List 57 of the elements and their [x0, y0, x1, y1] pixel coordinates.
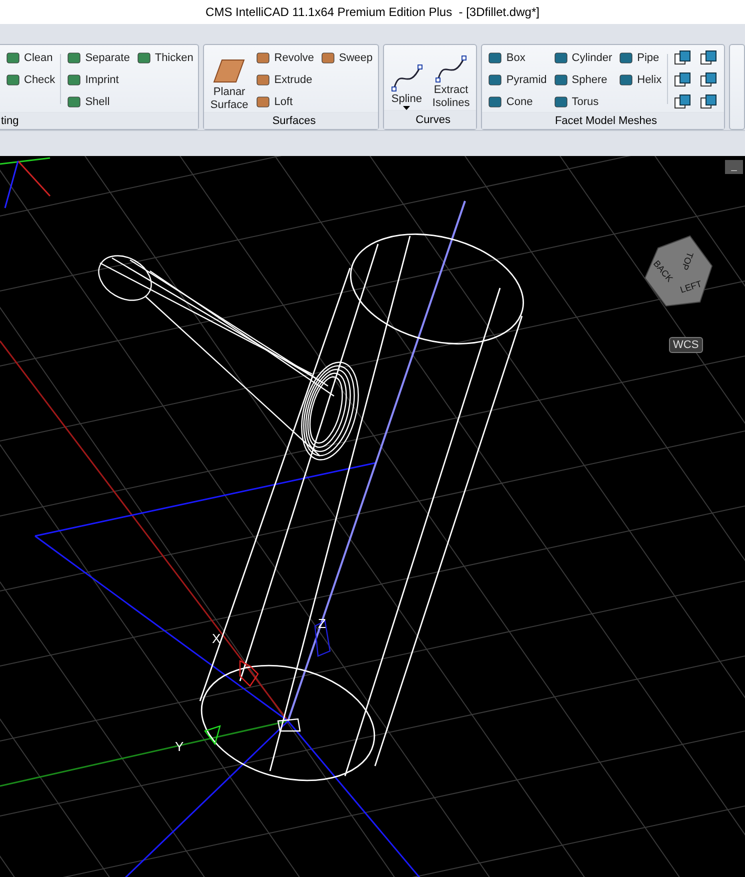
tool-icon [320, 50, 336, 66]
tool-icon [5, 72, 21, 88]
axis-label: X [212, 631, 221, 646]
ribbon-button[interactable]: Sweep [319, 48, 374, 68]
tool-icon [255, 50, 272, 66]
ribbon-button[interactable]: Pyramid [486, 70, 548, 90]
ribbon-group-label: ting [0, 112, 198, 129]
ribbon-button[interactable]: Extract Isolines [430, 54, 472, 110]
ribbon-group-label: Curves [384, 110, 476, 129]
tool-icon [552, 50, 569, 66]
window-title: CMS IntelliCAD 11.1x64 Premium Edition Plus - [3Dfillet.dwg*] [206, 5, 540, 19]
mesh-tool-icon [674, 50, 692, 66]
minimize-button[interactable]: _ [725, 160, 743, 174]
ribbon-button[interactable]: Spline [388, 63, 426, 110]
ribbon-group-label: Surfaces [204, 112, 378, 129]
tool-icon [552, 72, 569, 88]
ribbon-button[interactable]: Revolve [254, 48, 316, 68]
ribbon-button[interactable]: Clean [4, 48, 56, 68]
ribbon-button[interactable]: Box [486, 48, 548, 68]
ucs-icon [204, 620, 331, 746]
mesh-tool-icon [700, 50, 718, 66]
tool-icon [618, 72, 634, 88]
ribbon-button[interactable]: Imprint [65, 70, 131, 90]
ribbon-button[interactable]: Extrude [254, 70, 316, 90]
tool-icon [487, 72, 504, 88]
ribbon-button[interactable]: Loft [254, 92, 316, 112]
ribbon-button[interactable]: Helix [617, 70, 663, 90]
tool-icon [487, 50, 504, 66]
ucs-badge[interactable]: WCS [669, 337, 703, 353]
tool-icon [66, 94, 82, 110]
ribbon-button[interactable]: Torus [552, 92, 614, 112]
ribbon-button[interactable]: Pipe [617, 48, 663, 68]
ribbon-group-label: Facet Model Meshes [482, 112, 724, 129]
ribbon-button[interactable]: Cylinder [552, 48, 614, 68]
mesh-tool-icon [700, 72, 718, 88]
mesh-tool-icon [700, 94, 718, 110]
curve-icon [434, 54, 468, 84]
tool-icon [487, 94, 504, 110]
ribbon-button[interactable]: Separate [65, 48, 131, 68]
tool-icon [255, 94, 272, 110]
ribbon-button[interactable]: Planar Surface [208, 56, 250, 112]
curve-icon [390, 63, 424, 93]
axis-label: Y [175, 739, 184, 754]
ribbon-button[interactable]: Thicken [134, 48, 194, 68]
tool-icon [66, 50, 82, 66]
tool-icon [618, 50, 634, 66]
tool-icon [136, 50, 152, 66]
ribbon-button[interactable]: Cone [486, 92, 548, 112]
ribbon-button[interactable]: Shell [65, 92, 131, 112]
ribbon-button[interactable]: Check [4, 70, 56, 90]
tool-icon [5, 50, 21, 66]
mesh-tool-icon [674, 94, 692, 110]
tool-icon [66, 72, 82, 88]
mesh-tool-icon [674, 72, 692, 88]
ribbon-button[interactable]: Sphere [552, 70, 614, 90]
tool-icon [552, 94, 569, 110]
tool-icon [255, 72, 272, 88]
